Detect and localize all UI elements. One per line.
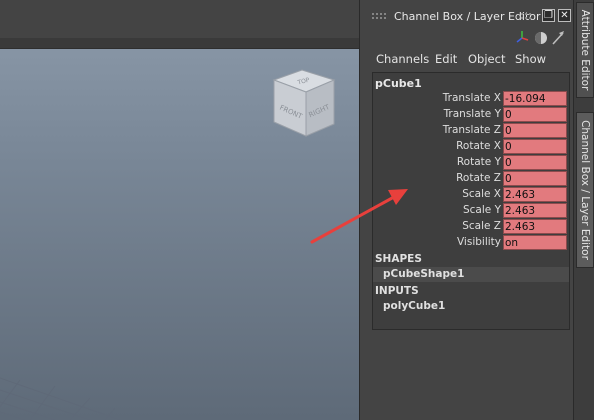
attr-row-rotate-x: Rotate X 0 — [373, 139, 569, 154]
attr-row-visibility: Visibility on — [373, 235, 569, 250]
attr-label[interactable]: Rotate Z — [456, 172, 501, 184]
attr-row-translate-y: Translate Y 0 — [373, 107, 569, 122]
tab-attribute-editor[interactable]: Attribute Editor — [576, 2, 594, 98]
pick-arrow-icon[interactable] — [552, 31, 564, 45]
attr-value-field[interactable]: 0 — [503, 171, 567, 186]
display-mode-icon[interactable] — [535, 32, 547, 44]
attr-label[interactable]: Translate Z — [443, 124, 501, 136]
attr-value-field[interactable]: 0 — [503, 155, 567, 170]
attr-row-scale-y: Scale Y 2.463 — [373, 203, 569, 218]
close-button[interactable]: ✕ — [558, 9, 571, 22]
channel-list: pCube1 Translate X -16.094 Translate Y 0… — [372, 72, 570, 330]
menu-show[interactable]: Show — [515, 52, 546, 66]
float-window-button[interactable]: ❐ — [542, 9, 555, 22]
side-tab-strip: Attribute Editor Channel Box / Layer Edi… — [573, 0, 594, 420]
attr-label[interactable]: Translate X — [443, 92, 501, 104]
attr-value-field[interactable]: 2.463 — [503, 203, 567, 218]
drag-handle-icon[interactable] — [520, 12, 532, 20]
attr-label[interactable]: Rotate X — [456, 140, 501, 152]
panel-header: Channel Box / Layer Editor ❐ ✕ — [360, 6, 573, 26]
panel-empty-area — [372, 330, 568, 416]
attr-row-rotate-y: Rotate Y 0 — [373, 155, 569, 170]
attr-row-translate-x: Translate X -16.094 — [373, 91, 569, 106]
attr-label[interactable]: Rotate Y — [457, 156, 501, 168]
attr-label[interactable]: Scale X — [462, 188, 501, 200]
tab-channel-box[interactable]: Channel Box / Layer Editor — [576, 112, 594, 268]
attr-value-field[interactable]: 0 — [503, 107, 567, 122]
attr-row-scale-x: Scale X 2.463 — [373, 187, 569, 202]
ground-grid — [0, 377, 121, 420]
menu-object[interactable]: Object — [468, 52, 505, 66]
channel-box-panel: Channel Box / Layer Editor ❐ ✕ Channels … — [359, 0, 573, 420]
drag-handle-icon[interactable] — [371, 12, 387, 20]
attr-value-field[interactable]: 2.463 — [503, 187, 567, 202]
attr-value-field[interactable]: 2.463 — [503, 219, 567, 234]
attr-value-field[interactable]: on — [503, 235, 567, 250]
attr-row-translate-z: Translate Z 0 — [373, 123, 569, 138]
viewport-3d[interactable]: TOP FRONT RIGHT — [0, 0, 359, 420]
channel-box-menubar: Channels Edit Object Show — [360, 50, 573, 68]
view-cube[interactable]: TOP FRONT RIGHT — [268, 66, 340, 140]
inputs-section-header: INPUTS — [375, 285, 419, 297]
panel-title: Channel Box / Layer Editor — [394, 10, 541, 23]
shapes-section-header: SHAPES — [375, 253, 422, 265]
input-node-item[interactable]: polyCube1 — [373, 299, 569, 314]
attr-row-rotate-z: Rotate Z 0 — [373, 171, 569, 186]
attr-label[interactable]: Visibility — [457, 236, 501, 248]
attr-row-scale-z: Scale Z 2.463 — [373, 219, 569, 234]
input-node-label: polyCube1 — [383, 300, 446, 312]
menu-channels[interactable]: Channels — [376, 52, 429, 66]
attr-value-field[interactable]: 0 — [503, 123, 567, 138]
tab-attribute-editor-label: Attribute Editor — [579, 9, 591, 91]
attr-value-field[interactable]: 0 — [503, 139, 567, 154]
attr-label[interactable]: Scale Y — [463, 204, 501, 216]
node-name[interactable]: pCube1 — [375, 77, 422, 90]
panel-tool-icons — [516, 31, 564, 45]
tab-channel-box-label: Channel Box / Layer Editor — [579, 120, 591, 260]
attr-label[interactable]: Translate Y — [444, 108, 501, 120]
shape-node-item[interactable]: pCubeShape1 — [373, 267, 569, 282]
attr-value-field[interactable]: -16.094 — [503, 91, 567, 106]
menu-edit[interactable]: Edit — [435, 52, 457, 66]
attr-label[interactable]: Scale Z — [462, 220, 501, 232]
axis-gizmo-icon[interactable] — [516, 31, 529, 43]
shape-node-label: pCubeShape1 — [383, 268, 465, 280]
